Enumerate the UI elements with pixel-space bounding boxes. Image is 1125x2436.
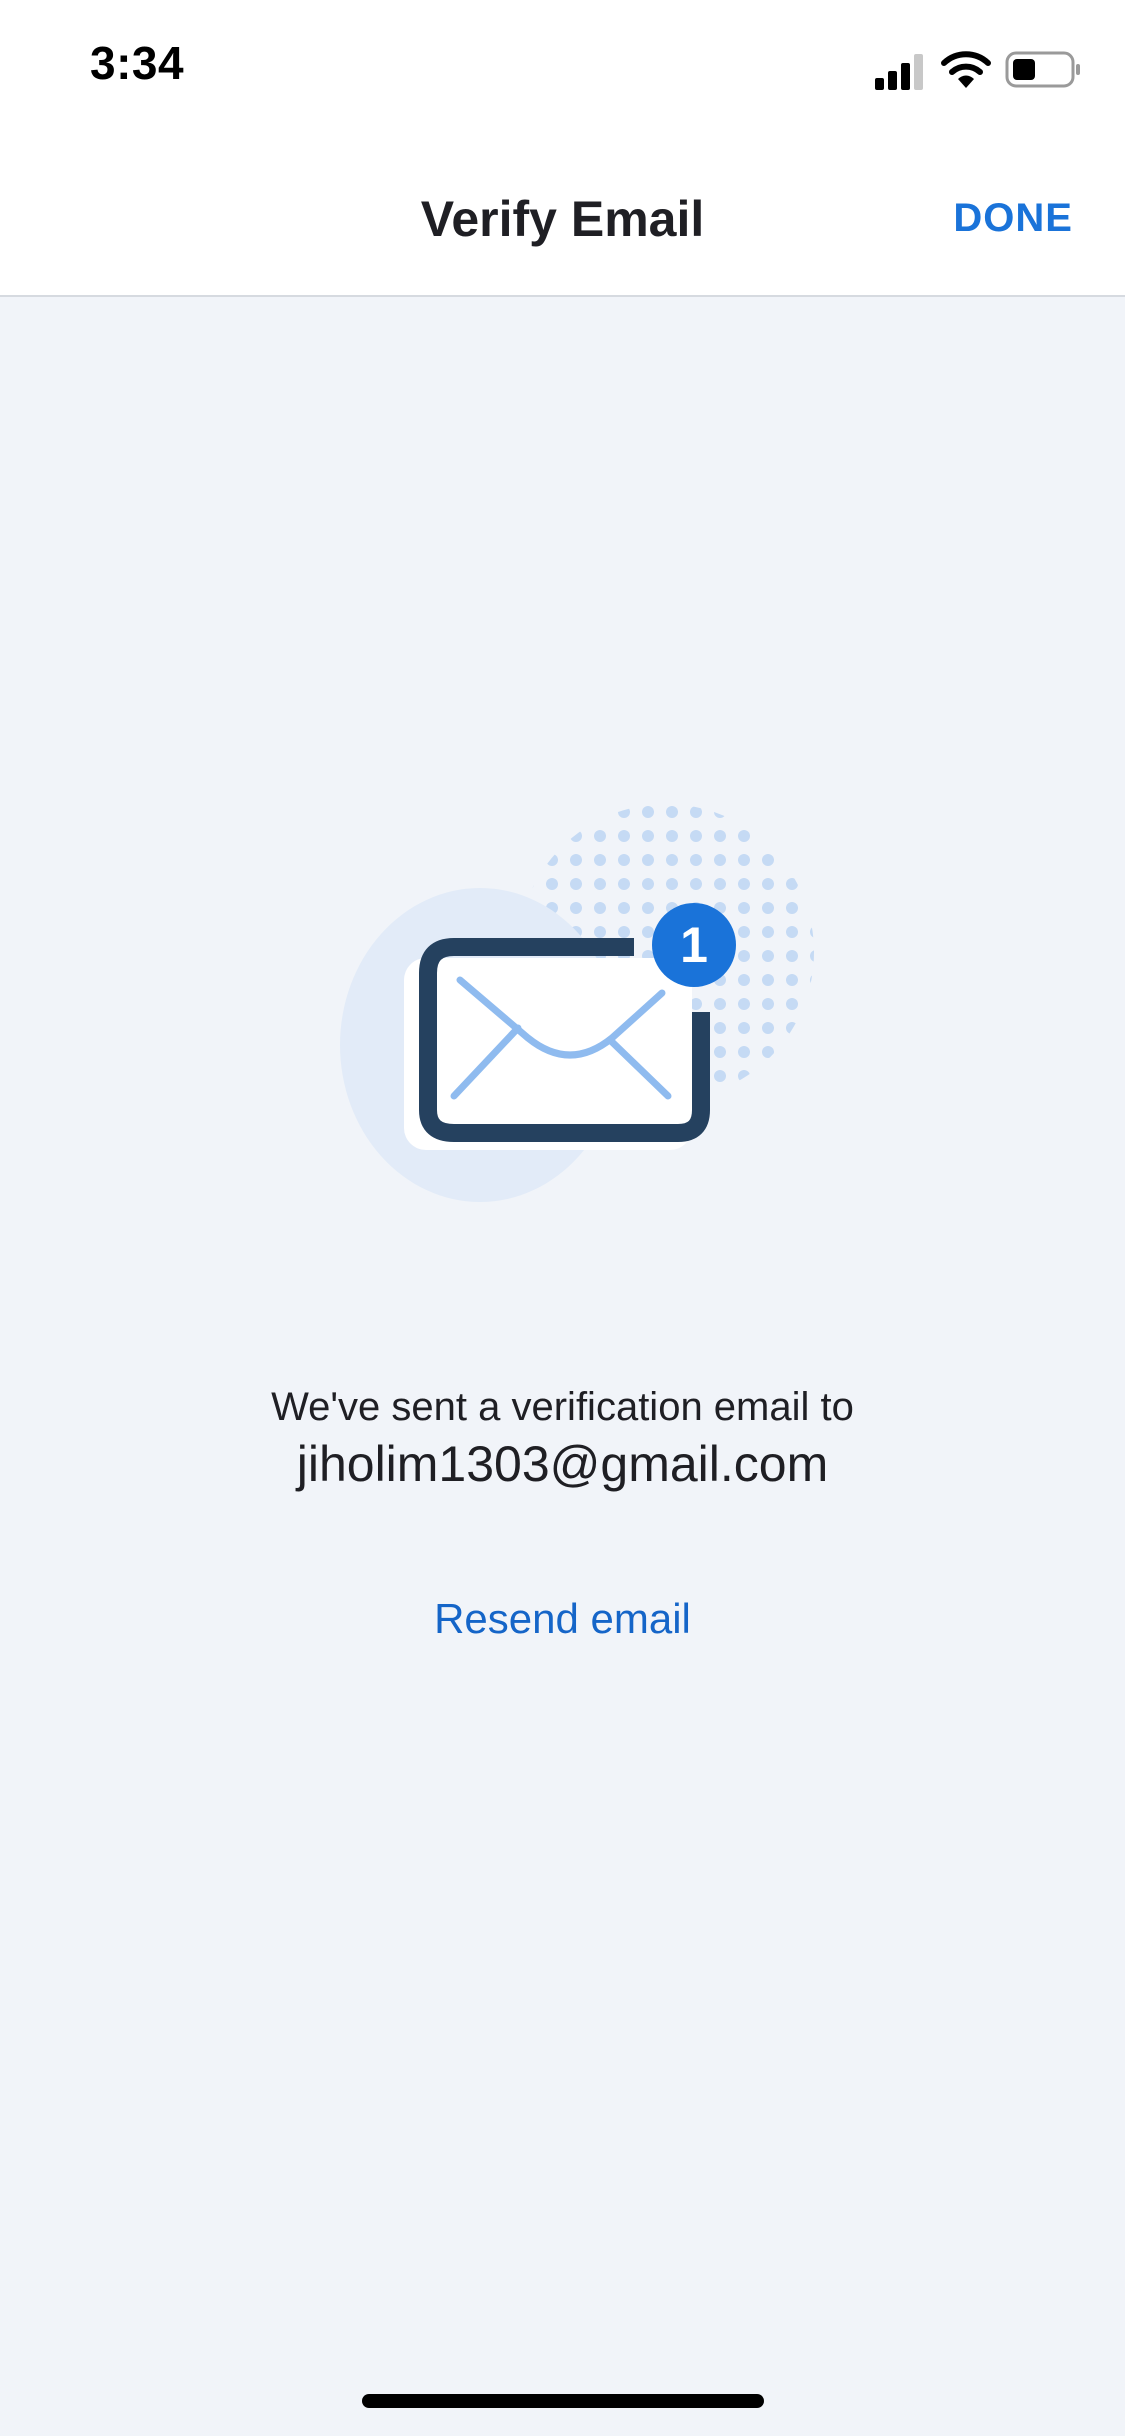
- navigation-bar: Verify Email DONE: [0, 150, 1125, 297]
- badge-count: 1: [680, 917, 708, 973]
- wifi-icon: [941, 51, 991, 88]
- email-illustration: 1: [300, 800, 820, 1220]
- status-bar: 3:34: [0, 0, 1125, 150]
- status-icons: [875, 48, 1085, 94]
- battery-icon: [1005, 51, 1080, 88]
- email-address: jiholim1303@gmail.com: [296, 1436, 829, 1492]
- resend-email-link[interactable]: Resend email: [0, 1595, 1125, 1643]
- envelope-icon: [340, 804, 814, 1202]
- home-indicator[interactable]: [362, 2394, 764, 2408]
- done-button[interactable]: DONE: [953, 196, 1073, 241]
- cellular-signal-icon: [875, 54, 923, 90]
- status-time: 3:34: [90, 37, 185, 89]
- verification-message: We've sent a verification email to: [271, 1385, 854, 1429]
